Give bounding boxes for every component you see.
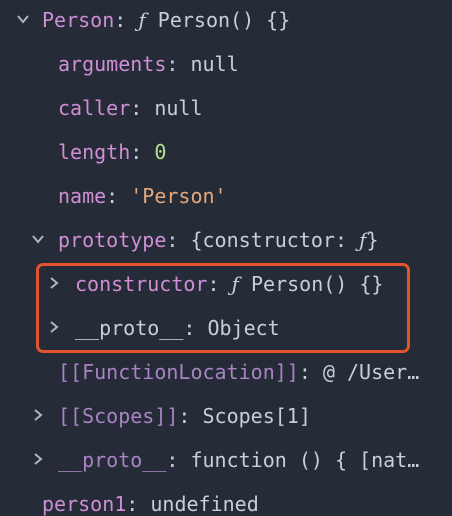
property-key: caller — [58, 96, 131, 120]
property-value: {constructor: — [190, 228, 360, 252]
function-symbol: ƒ — [138, 8, 146, 32]
tree-row-arguments[interactable]: arguments: null — [0, 47, 452, 81]
chevron-right-icon[interactable] — [31, 408, 45, 422]
key-separator: : — [106, 184, 119, 208]
tree-row-name[interactable]: name: 'Person' — [0, 179, 452, 213]
chevron-down-icon[interactable] — [16, 12, 30, 26]
tree-row-constructor[interactable]: constructor: ƒ Person() {} — [0, 267, 452, 301]
function-symbol: ƒ — [231, 272, 239, 296]
key-separator: : — [166, 448, 179, 472]
key-separator: : — [130, 140, 143, 164]
property-value[interactable]: @ /User… — [323, 360, 419, 384]
tree-row-scopes[interactable]: [[Scopes]]: Scopes[1] — [0, 399, 452, 433]
tree-row-prototype[interactable]: prototype: {constructor: ƒ} — [0, 223, 452, 257]
property-value: 'Person' — [130, 184, 227, 208]
property-value: Person() {} — [157, 8, 291, 32]
property-value: null — [190, 52, 239, 76]
tree-row-proto-function[interactable]: __proto__: function () { [nat… — [0, 443, 452, 477]
chevron-right-icon[interactable] — [31, 452, 45, 466]
chevron-down-icon[interactable] — [31, 232, 45, 246]
property-key: __proto__ — [75, 316, 184, 340]
property-key: prototype — [58, 228, 167, 252]
property-key: Person — [42, 8, 115, 32]
key-separator: : — [130, 96, 143, 120]
property-key: constructor — [75, 272, 208, 296]
key-separator: : — [298, 360, 311, 384]
chevron-right-icon[interactable] — [47, 276, 61, 290]
property-key: __proto__ — [58, 448, 167, 472]
property-key: [[Scopes]] — [58, 404, 179, 428]
key-separator: : — [183, 316, 196, 340]
tree-row-length[interactable]: length: 0 — [0, 135, 452, 169]
key-separator: : — [166, 52, 179, 76]
property-key: person1 — [42, 492, 127, 516]
property-value: null — [154, 96, 203, 120]
property-value: Object — [207, 316, 280, 340]
key-separator: : — [114, 8, 127, 32]
tree-row-person[interactable]: Person: ƒ Person() {} — [0, 3, 452, 37]
object-inspector-tree: Person: ƒ Person() {} arguments: null ca… — [0, 0, 452, 516]
property-value: Person() {} — [251, 272, 384, 296]
key-separator: : — [207, 272, 220, 296]
key-separator: : — [166, 228, 179, 252]
property-key: length — [58, 140, 131, 164]
tree-row-person1[interactable]: person1: undefined — [0, 487, 452, 516]
property-key: name — [58, 184, 107, 208]
key-separator: : — [126, 492, 139, 516]
chevron-right-icon[interactable] — [47, 320, 61, 334]
property-key: [[FunctionLocation]] — [58, 360, 299, 384]
property-value: function () { [nat… — [190, 448, 420, 472]
property-key: arguments — [58, 52, 167, 76]
property-value: Scopes[1] — [202, 404, 311, 428]
key-separator: : — [178, 404, 191, 428]
tree-row-function-location[interactable]: [[FunctionLocation]]: @ /User… — [0, 355, 452, 389]
property-value: undefined — [150, 492, 259, 516]
property-value-end: } — [366, 228, 379, 252]
tree-row-caller[interactable]: caller: null — [0, 91, 452, 125]
property-value: 0 — [154, 140, 167, 164]
tree-row-proto-object[interactable]: __proto__: Object — [0, 311, 452, 345]
